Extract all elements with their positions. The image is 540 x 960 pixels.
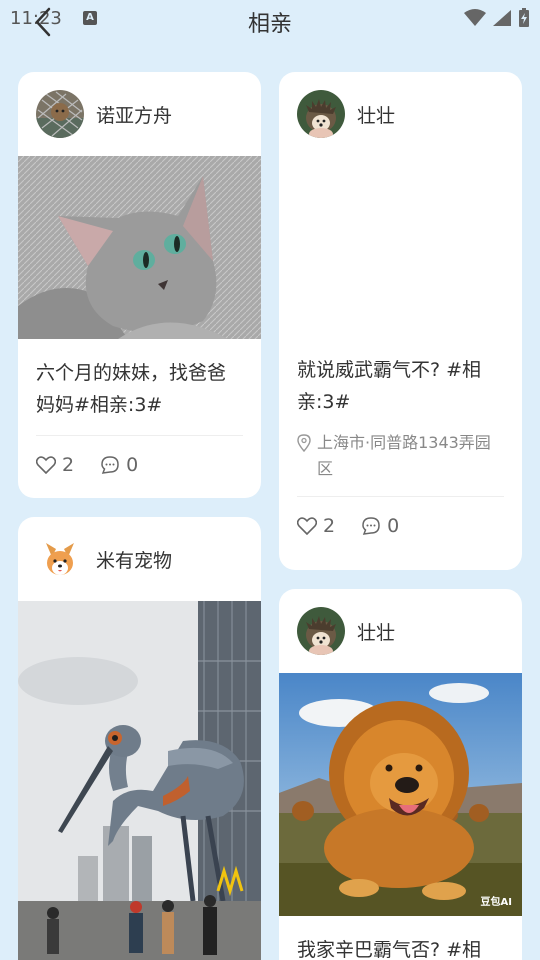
- like-count: 2: [323, 515, 336, 537]
- comment-icon: [101, 456, 119, 474]
- post-actions: 2 0: [279, 497, 522, 537]
- post-location[interactable]: 上海市·同普路1343弄园区: [279, 418, 522, 482]
- heart-icon: [297, 517, 317, 535]
- post-card[interactable]: 壮壮 就说威武霸气不? #相亲:3# 上海市·同普路1343弄园区 2 0: [279, 72, 522, 570]
- avatar[interactable]: [297, 607, 345, 655]
- comment-button[interactable]: 0: [100, 454, 138, 476]
- image-watermark: 豆包AI: [480, 897, 512, 908]
- post-image[interactable]: 豆包AI: [279, 673, 522, 916]
- post-header[interactable]: 壮壮: [279, 589, 522, 673]
- post-text[interactable]: 就说威武霸气不? #相亲:3#: [279, 336, 522, 418]
- post-media-area: [279, 156, 522, 336]
- location-pin-icon: [297, 434, 311, 452]
- post-header[interactable]: 壮壮: [279, 72, 522, 156]
- comment-button[interactable]: 0: [361, 515, 399, 537]
- location-text: 上海市·同普路1343弄园区: [317, 433, 491, 478]
- username[interactable]: 壮壮: [357, 101, 395, 128]
- like-button[interactable]: 2: [297, 515, 335, 537]
- hedgehog-avatar-icon: [297, 607, 345, 655]
- post-image[interactable]: [18, 156, 261, 339]
- comment-icon: [362, 517, 380, 535]
- post-text[interactable]: 六个月的妹妹，找爸爸妈妈#相亲:3#: [18, 339, 261, 421]
- username[interactable]: 壮壮: [357, 618, 395, 645]
- post-header[interactable]: 米有宠物: [18, 517, 261, 601]
- lion-dog-photo-icon: [279, 673, 522, 916]
- post-card[interactable]: 米有宠物: [18, 517, 261, 960]
- heart-icon: [36, 456, 56, 474]
- corgi-cartoon-avatar-icon: [36, 535, 84, 583]
- page-title: 相亲: [247, 12, 292, 37]
- post-card[interactable]: 诺亚方舟 六个月的妹妹，找爸爸妈妈#相亲:3# 2 0: [18, 72, 261, 498]
- like-count: 2: [62, 454, 75, 476]
- post-header[interactable]: 诺亚方舟: [18, 72, 261, 156]
- username[interactable]: 米有宠物: [96, 546, 172, 573]
- post-image[interactable]: [18, 601, 261, 960]
- hedgehog-avatar-icon: [297, 90, 345, 138]
- comment-count: 0: [387, 515, 400, 537]
- avatar[interactable]: [36, 535, 84, 583]
- like-button[interactable]: 2: [36, 454, 74, 476]
- post-card[interactable]: 壮壮 豆包AI 我家辛巴霸气否? #相: [279, 589, 522, 960]
- gray-kitten-photo-icon: [18, 156, 261, 339]
- comment-count: 0: [126, 454, 139, 476]
- post-actions: 2 0: [18, 436, 261, 476]
- username[interactable]: 诺亚方舟: [96, 101, 172, 128]
- crane-sculpture-photo-icon: [18, 601, 261, 960]
- cat-photo-avatar-icon: [36, 90, 84, 138]
- post-text[interactable]: 我家辛巴霸气否? #相: [279, 916, 522, 960]
- avatar[interactable]: [36, 90, 84, 138]
- avatar[interactable]: [297, 90, 345, 138]
